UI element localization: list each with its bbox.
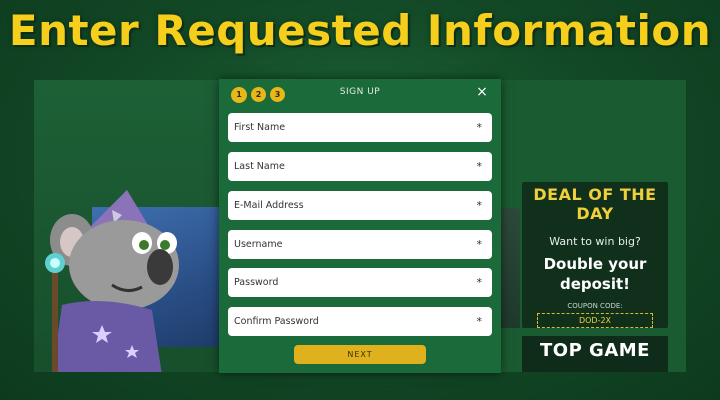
field-placeholder: E-Mail Address [234, 200, 304, 211]
modal-title: SIGN UP [339, 87, 381, 97]
modal-header: 1 2 3 SIGN UP × [219, 79, 501, 109]
required-mark: * [476, 238, 483, 251]
first-name-field[interactable]: First Name * [228, 113, 492, 142]
signup-modal: 1 2 3 SIGN UP × First Name * Last Name *… [219, 79, 501, 373]
required-mark: * [476, 315, 483, 328]
deal-offer-line2: deposit! [559, 275, 631, 293]
deal-offer: Double your deposit! [522, 254, 668, 294]
deal-question: Want to win big? [549, 235, 641, 248]
required-mark: * [476, 199, 483, 212]
top-game-card[interactable]: TOP GAME [522, 336, 668, 372]
email-field[interactable]: E-Mail Address * [228, 191, 492, 220]
required-mark: * [476, 160, 483, 173]
field-placeholder: Username [234, 239, 283, 250]
background-art-strip [500, 208, 520, 328]
required-mark: * [476, 121, 483, 134]
field-placeholder: First Name [234, 122, 286, 133]
password-field[interactable]: Password * [228, 268, 492, 297]
deal-offer-line1: Double your [543, 255, 647, 273]
next-button[interactable]: NEXT [294, 345, 426, 364]
deal-title: DEAL OF THE DAY [533, 185, 657, 223]
deal-of-the-day-card[interactable]: DEAL OF THE DAY Want to win big? Double … [522, 182, 668, 328]
headline: Enter Requested Information [8, 6, 712, 55]
field-placeholder: Last Name [234, 161, 285, 172]
required-mark: * [476, 276, 483, 289]
coupon-label: COUPON CODE: [567, 302, 623, 310]
koala-wizard-illustration [45, 190, 179, 372]
field-placeholder: Confirm Password [234, 316, 319, 327]
username-field[interactable]: Username * [228, 230, 492, 259]
last-name-field[interactable]: Last Name * [228, 152, 492, 181]
close-icon[interactable]: × [474, 84, 490, 100]
field-placeholder: Password [234, 277, 279, 288]
confirm-password-field[interactable]: Confirm Password * [228, 307, 492, 336]
coupon-code[interactable]: DOD-2X [537, 313, 653, 328]
